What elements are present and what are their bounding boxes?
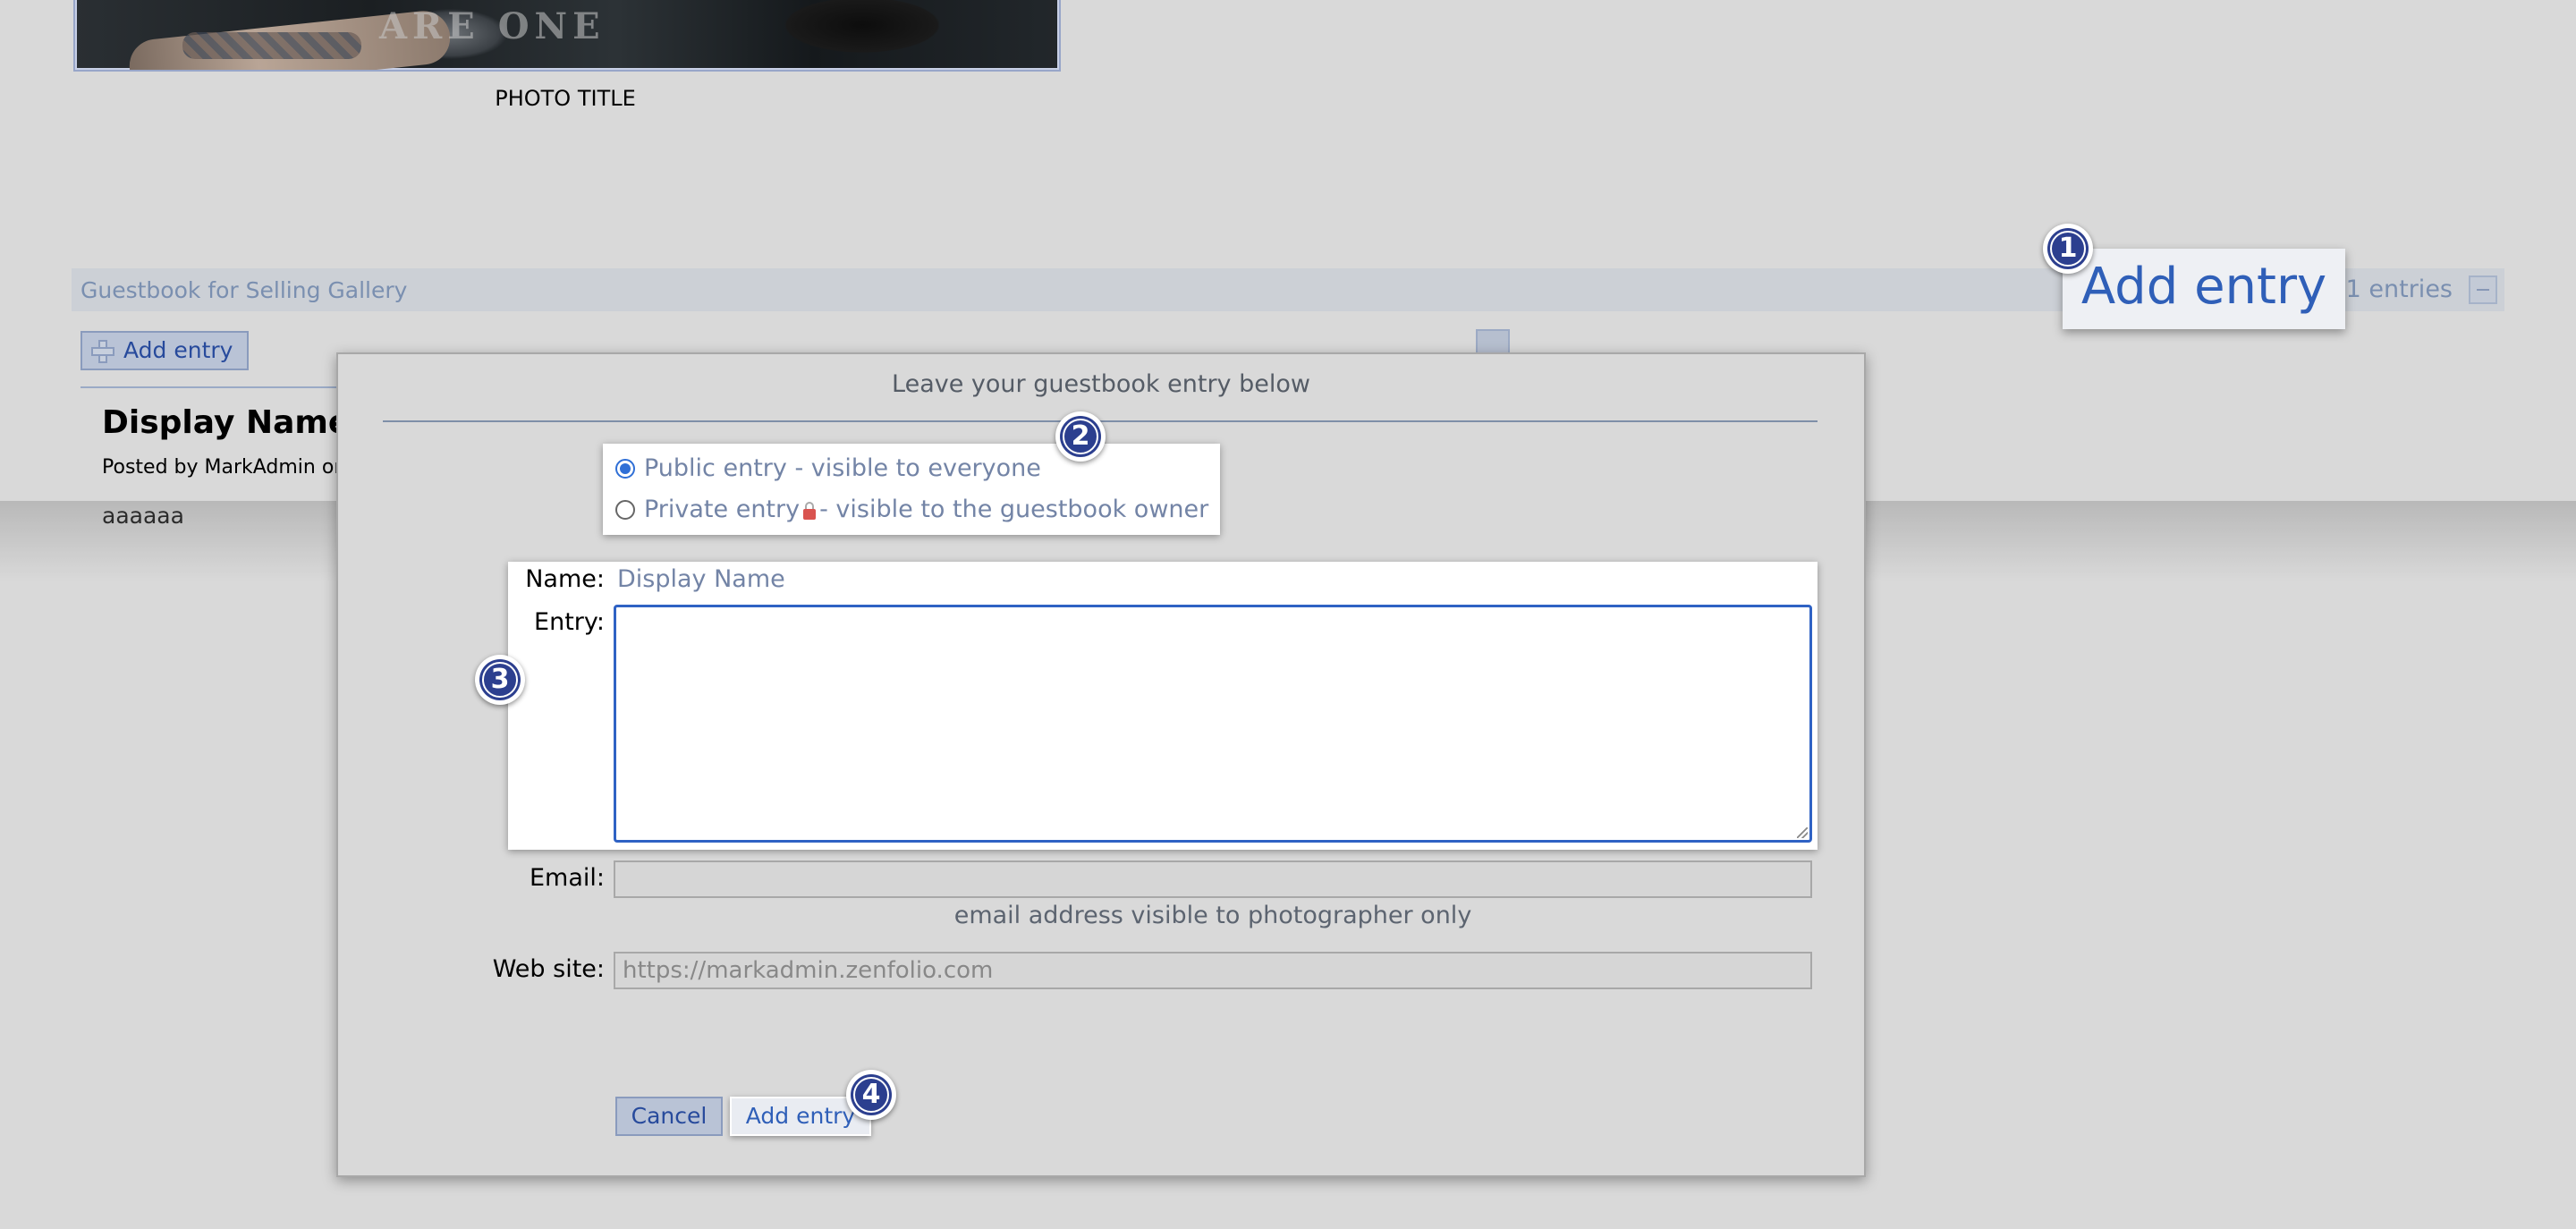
entry-textarea[interactable] — [614, 605, 1812, 843]
lock-icon — [803, 502, 817, 520]
private-entry-label: Private entry — [644, 496, 801, 523]
email-field[interactable] — [614, 860, 1812, 898]
entry-form-panel: Name: Display Name Entry: — [508, 562, 1818, 850]
privacy-options: Public entry - visible to everyone Priva… — [603, 444, 1220, 535]
divider — [80, 386, 340, 388]
dialog-title: Leave your guestbook entry below — [892, 370, 1310, 398]
website-field[interactable]: https://markadmin.zenfolio.com — [614, 952, 1812, 989]
add-entry-button[interactable]: Add entry — [80, 331, 250, 370]
guestbook-entry-count: 1 entries — [2345, 275, 2453, 303]
email-note: email address visible to photographer on… — [953, 902, 1472, 929]
step-number: 1 — [2047, 228, 2089, 269]
public-radio[interactable] — [615, 459, 635, 479]
step-number: 4 — [851, 1074, 892, 1115]
step-number: 2 — [1060, 416, 1101, 457]
public-entry-label: Public entry - visible to everyone — [644, 454, 1041, 482]
entry-posted-by: Posted by MarkAdmin on — [102, 456, 347, 479]
website-label: Web site: — [492, 955, 605, 983]
email-label: Email: — [529, 864, 605, 892]
step-badge-2: 2 — [1055, 411, 1106, 462]
add-entry-label: Add entry — [123, 337, 233, 363]
private-entry-option[interactable]: Private entry - visible to the guestbook … — [615, 496, 1208, 523]
name-label: Name: — [525, 565, 605, 593]
photo-shirt-text: ARE ONE — [379, 5, 606, 47]
public-entry-option[interactable]: Public entry - visible to everyone — [615, 454, 1041, 482]
private-entry-label-suffix: - visible to the guestbook owner — [819, 496, 1209, 523]
add-entry-callout[interactable]: Add entry — [2063, 249, 2345, 329]
step-badge-4: 4 — [846, 1070, 896, 1120]
step-badge-1: 1 — [2043, 224, 2093, 274]
entry-author-name: Display Name — [102, 404, 351, 441]
collapse-icon[interactable] — [2469, 275, 2497, 304]
cancel-button[interactable]: Cancel — [615, 1097, 723, 1136]
entry-label: Entry: — [534, 608, 605, 636]
guestbook-entry-dialog: Leave your guestbook entry below Public … — [336, 352, 1866, 1177]
photo-title: PHOTO TITLE — [495, 86, 636, 111]
name-value: Display Name — [617, 565, 785, 593]
step-number: 3 — [479, 659, 521, 700]
private-radio[interactable] — [615, 500, 635, 520]
step-badge-3: 3 — [475, 655, 525, 705]
guestbook-title: Guestbook for Selling Gallery — [80, 277, 408, 303]
photo-content-detail — [182, 32, 361, 59]
gallery-photo[interactable]: ARE ONE — [73, 0, 1061, 72]
plus-icon — [91, 340, 114, 363]
